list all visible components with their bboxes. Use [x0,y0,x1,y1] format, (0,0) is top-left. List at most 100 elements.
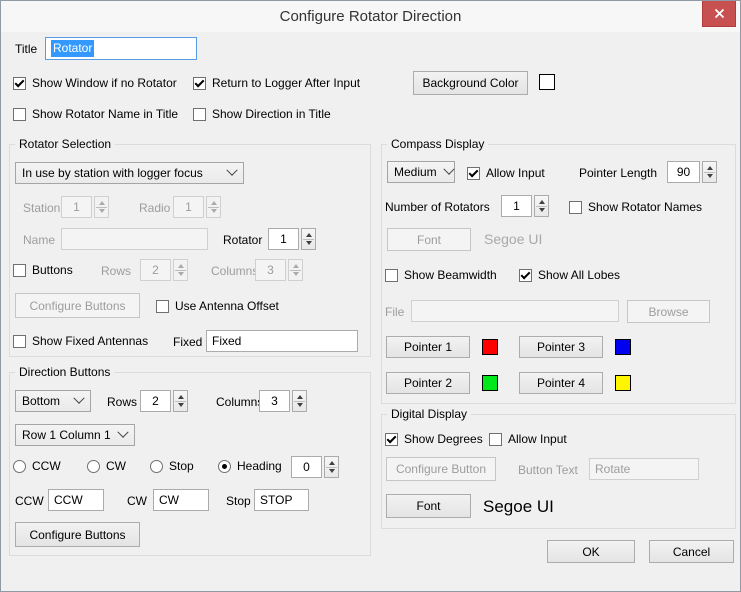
radio-circle-icon [150,459,163,473]
pointer-2-color-swatch [482,375,498,391]
pointer-4-button[interactable]: Pointer 4 [519,372,603,394]
font-button-label: Font [416,232,441,247]
db-rows-input[interactable]: 2 [140,390,171,412]
close-button[interactable] [702,1,736,27]
ok-button[interactable]: OK [547,540,635,563]
chevron-down-icon [443,163,455,175]
title-input[interactable]: Rotator [45,37,197,60]
title-input-selected-text: Rotator [51,40,95,57]
number-of-rotators-label: Number of Rotators [385,200,490,214]
configure-direction-buttons-button[interactable]: Configure Buttons [15,522,140,547]
cancel-button[interactable]: Cancel [649,540,734,563]
checkbox-check-icon [13,107,26,121]
checkbox-use-antenna-offset[interactable]: Use Antenna Offset [156,299,279,313]
checkbox-label: Show Direction in Title [212,107,331,121]
pointer-1-button[interactable]: Pointer 1 [386,336,470,358]
rotator-label: Rotator [223,233,263,247]
cancel-button-label: Cancel [672,544,711,559]
checkbox-label: Show Beamwidth [404,268,497,282]
checkbox-label: Show Window if no Rotator [32,76,177,90]
pointer-2-label: Pointer 2 [403,376,453,390]
pointer-4-label: Pointer 4 [536,376,586,390]
radio-cw[interactable]: CW [87,459,126,473]
heading-input[interactable]: 0 [291,456,322,478]
pointer-3-label: Pointer 3 [536,340,586,354]
radio-circle-icon [13,459,26,473]
radio-ccw[interactable]: CCW [13,459,61,473]
checkbox-digital-allow-input[interactable]: Allow Input [489,432,567,446]
window-title: Configure Rotator Direction [279,8,462,25]
radio-heading[interactable]: Heading [218,459,282,473]
pointer-length-spinner-buttons[interactable] [702,161,717,183]
db-rows-spinner-buttons[interactable] [173,390,188,412]
radio-stop[interactable]: Stop [150,459,194,473]
station-label: Station [23,201,61,215]
checkbox-show-direction-in-title[interactable]: Show Direction in Title [193,107,331,121]
button-position-dropdown[interactable]: Bottom [15,390,91,412]
compass-size-dropdown-value: Medium [394,165,437,179]
rotator-mode-dropdown-value: In use by station with logger focus [22,166,203,180]
columns-input: 3 [255,259,286,281]
pointer-2-button[interactable]: Pointer 2 [386,372,470,394]
checkbox-buttons[interactable]: Buttons [13,263,73,277]
pointer-3-button[interactable]: Pointer 3 [519,336,603,358]
checkbox-compass-allow-input[interactable]: Allow Input [467,166,545,180]
radio-label: CW [106,459,126,473]
checkbox-label: Allow Input [508,432,567,446]
rows-spinner-buttons [173,259,188,281]
pointer-length-input[interactable]: 90 [667,161,700,183]
rotator-mode-dropdown[interactable]: In use by station with logger focus [15,162,244,184]
digital-font-button[interactable]: Font [386,494,471,518]
number-of-rotators-spinner-buttons[interactable] [534,195,549,217]
configure-buttons-button-disabled: Configure Buttons [15,293,140,318]
configure-button-label: Configure Button [395,462,487,476]
stop-text-input[interactable]: STOP [254,489,309,511]
checkbox-check-icon [569,200,582,214]
checkbox-label: Show Rotator Names [588,200,703,214]
button-text-input: Rotate [589,458,699,480]
checkbox-check-icon [489,432,502,446]
rotator-number-input[interactable]: 1 [268,228,299,250]
pointer-length-label: Pointer Length [579,166,658,180]
compass-font-button-disabled: Font [387,228,471,251]
radio-spinner-buttons [206,196,221,218]
heading-spinner-buttons[interactable] [324,456,339,478]
checkbox-show-rotator-names[interactable]: Show Rotator Names [569,200,702,214]
checkbox-show-rotator-name-in-title[interactable]: Show Rotator Name in Title [13,107,178,121]
checkbox-show-beamwidth[interactable]: Show Beamwidth [385,268,497,282]
station-input: 1 [61,196,92,218]
chevron-down-icon [226,164,238,176]
configure-buttons-label: Configure Buttons [29,527,126,542]
checkbox-check-icon [193,107,206,121]
checkbox-show-degrees[interactable]: Show Degrees [385,432,483,446]
radio-circle-icon [87,459,100,473]
rotator-number-spinner-buttons[interactable] [301,228,316,250]
db-columns-input[interactable]: 3 [259,390,290,412]
checkbox-check-icon [156,299,169,313]
rotator-selection-group-title: Rotator Selection [15,137,116,151]
direction-buttons-group-title: Direction Buttons [15,365,115,379]
checkbox-show-fixed-antennas[interactable]: Show Fixed Antennas [13,334,148,348]
titlebar[interactable]: Configure Rotator Direction [1,1,740,32]
pointer-1-label: Pointer 1 [403,340,453,354]
checkbox-show-window-if-no-rotator[interactable]: Show Window if no Rotator [13,76,177,90]
checkbox-label: Show All Lobes [538,268,621,282]
compass-size-dropdown[interactable]: Medium [387,161,455,183]
background-color-button[interactable]: Background Color [413,71,528,95]
checkbox-show-all-lobes[interactable]: Show All Lobes [519,268,620,282]
fixed-label: Fixed [173,335,203,349]
ccw-text-input[interactable]: CCW [48,489,104,511]
rows-label: Rows [101,264,132,278]
pointer-1-color-swatch [482,339,498,355]
checkbox-check-icon [13,76,26,90]
number-of-rotators-input[interactable]: 1 [501,195,532,217]
checkbox-check-icon [193,76,206,90]
db-columns-spinner-buttons[interactable] [292,390,307,412]
fixed-input[interactable]: Fixed [206,330,358,352]
button-cell-dropdown[interactable]: Row 1 Column 1 [15,424,135,446]
chevron-down-icon [117,426,129,438]
station-spinner-buttons [94,196,109,218]
checkbox-check-icon [385,268,398,282]
checkbox-return-to-logger[interactable]: Return to Logger After Input [193,76,360,90]
cw-text-input[interactable]: CW [153,489,209,511]
